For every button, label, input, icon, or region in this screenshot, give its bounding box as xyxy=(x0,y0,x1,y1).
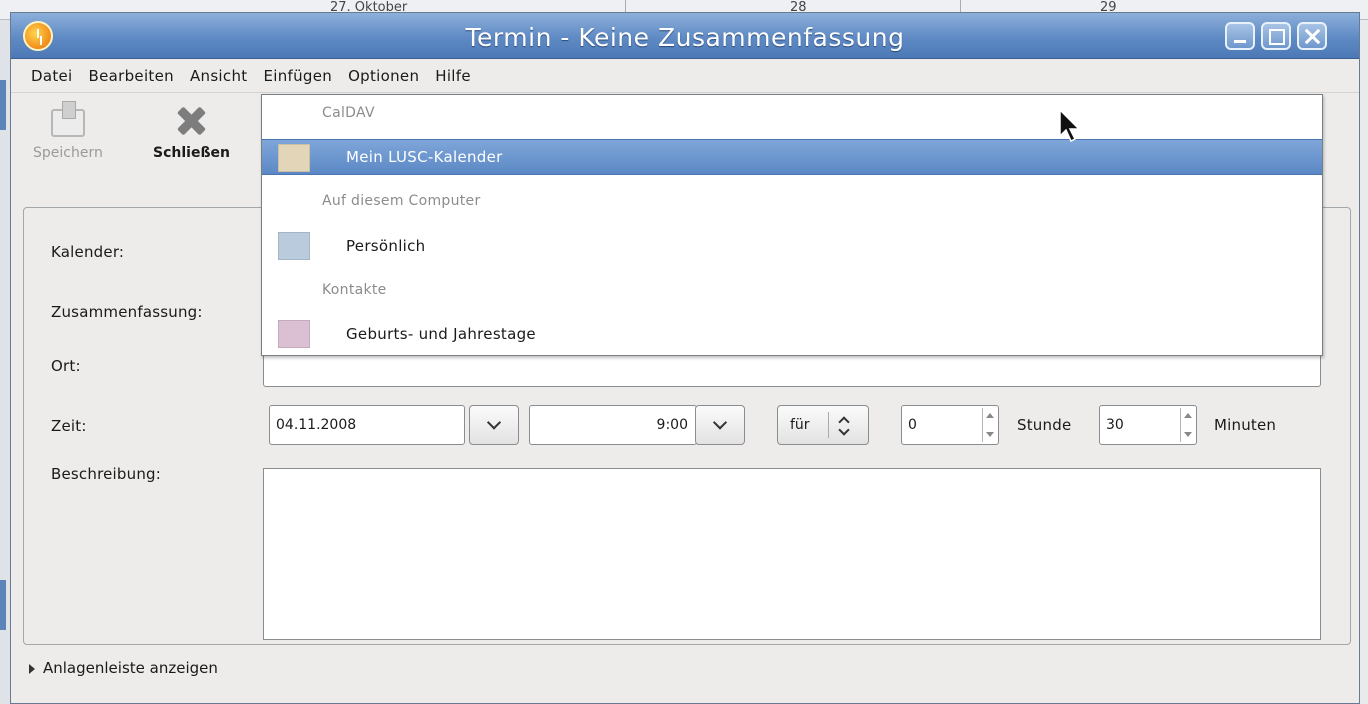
attachments-toggle-label: Anlagenleiste anzeigen xyxy=(43,659,218,677)
minutes-unit-label: Minuten xyxy=(1214,416,1277,434)
time-dropdown-button[interactable] xyxy=(695,405,745,445)
close-button[interactable]: Schließen xyxy=(153,103,230,161)
time-input-value: 9:00 xyxy=(656,417,688,433)
bg-event-block xyxy=(0,80,6,130)
time-input[interactable]: 9:00 xyxy=(529,405,697,445)
calendar-color-swatch xyxy=(278,232,310,260)
spinner-arrows-icon[interactable] xyxy=(1180,408,1194,442)
hours-unit-label: Stunde xyxy=(1017,416,1072,434)
save-button-label: Speichern xyxy=(33,145,103,161)
description-textarea[interactable] xyxy=(263,468,1321,640)
group-header-contacts: Kontakte xyxy=(322,282,387,298)
time-label: Zeit: xyxy=(51,417,87,435)
title-bar[interactable]: Termin - Keine Zusammenfassung xyxy=(11,13,1359,59)
calendar-label: Kalender: xyxy=(51,243,125,261)
menu-ansicht[interactable]: Ansicht xyxy=(190,67,248,85)
minutes-value: 30 xyxy=(1106,417,1124,433)
menu-bar: Datei Bearbeiten Ansicht Einfügen Option… xyxy=(11,59,1359,93)
menu-bearbeiten[interactable]: Bearbeiten xyxy=(89,67,174,85)
mouse-pointer-icon xyxy=(1059,108,1081,143)
calendar-color-swatch xyxy=(278,144,310,172)
description-label: Beschreibung: xyxy=(51,465,162,483)
window-title: Termin - Keine Zusammenfassung xyxy=(465,23,905,52)
close-button-label: Schließen xyxy=(153,145,230,161)
calendar-color-swatch xyxy=(278,320,310,348)
save-button[interactable]: Speichern xyxy=(33,101,103,161)
menu-einfuegen[interactable]: Einfügen xyxy=(263,67,332,85)
calendar-option-persoenlich[interactable]: Persönlich xyxy=(262,228,1322,264)
bg-event-block xyxy=(0,580,6,630)
chevron-down-icon xyxy=(486,415,502,430)
calendar-option-label: Persönlich xyxy=(346,237,426,255)
duration-mode-value: für xyxy=(790,417,810,433)
calendar-option-label: Mein LUSC-Kalender xyxy=(346,148,503,166)
calendar-option-mein-lusc-kalender[interactable]: Mein LUSC-Kalender xyxy=(262,139,1322,175)
attachments-expander[interactable]: Anlagenleiste anzeigen xyxy=(29,659,218,677)
calendar-option-label: Geburts- und Jahrestage xyxy=(346,325,536,343)
location-label: Ort: xyxy=(51,357,81,375)
minimize-button[interactable] xyxy=(1225,22,1255,50)
up-down-chevron-icon xyxy=(838,416,850,436)
save-icon xyxy=(50,101,85,137)
date-input-value: 04.11.2008 xyxy=(276,417,357,433)
background-calendar-edge xyxy=(0,20,10,704)
select-divider xyxy=(828,412,829,438)
date-input[interactable]: 04.11.2008 xyxy=(269,405,465,445)
chevron-down-icon xyxy=(712,415,728,430)
close-window-button[interactable] xyxy=(1297,22,1327,50)
calendar-dropdown-popup: CalDAV Mein LUSC-Kalender Auf diesem Com… xyxy=(261,94,1323,356)
summary-label: Zusammenfassung: xyxy=(51,303,203,321)
minutes-spinner[interactable]: 30 xyxy=(1099,405,1197,445)
menu-optionen[interactable]: Optionen xyxy=(348,67,419,85)
expander-arrow-icon xyxy=(29,663,35,674)
close-icon xyxy=(174,103,208,137)
spinner-arrows-icon[interactable] xyxy=(982,408,996,442)
calendar-option-geburtstage[interactable]: Geburts- und Jahrestage xyxy=(262,316,1322,352)
duration-mode-select[interactable]: für xyxy=(777,405,869,445)
group-header-caldav: CalDAV xyxy=(322,105,375,121)
menu-hilfe[interactable]: Hilfe xyxy=(435,67,471,85)
maximize-button[interactable] xyxy=(1261,22,1291,50)
hours-value: 0 xyxy=(908,417,917,433)
group-header-local: Auf diesem Computer xyxy=(322,193,481,209)
menu-datei[interactable]: Datei xyxy=(31,67,73,85)
date-picker-button[interactable] xyxy=(469,405,519,445)
hours-spinner[interactable]: 0 xyxy=(901,405,999,445)
